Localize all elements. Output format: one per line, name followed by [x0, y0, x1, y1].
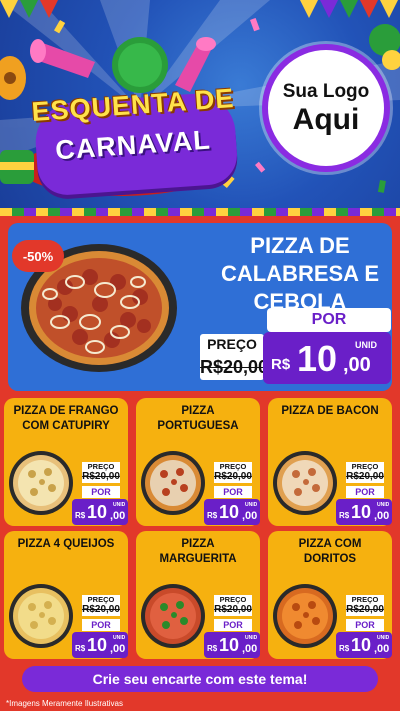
price-decimal: ,00 — [374, 643, 390, 655]
price-integer: 10 — [351, 502, 372, 522]
product-name: PIZZA 4 QUEIJOS — [17, 538, 115, 550]
currency-symbol: R$ — [339, 511, 350, 520]
price-integer: 10 — [219, 635, 240, 655]
hero-banner: ESQUENTA DE CARNAVAL Sua Logo Aqui — [0, 0, 400, 215]
event-title: ESQUENTA DE CARNAVAL — [18, 60, 248, 197]
unit-label: UNID — [355, 340, 377, 350]
product-old-price: R$20,00 — [82, 471, 120, 483]
disclaimer-text: *Imagens Meramente Ilustrativas — [6, 699, 123, 708]
product-old-price: R$20,00 — [346, 471, 384, 483]
unit-label: UNID — [113, 502, 126, 508]
discount-badge: -50% — [12, 240, 64, 272]
price-integer: 10 — [219, 502, 240, 522]
currency-symbol: R$ — [207, 511, 218, 520]
product-por-label: POR — [214, 619, 252, 631]
featured-price: R$ 10 ,00 UNID — [263, 332, 391, 384]
product-old-price: R$20,00 — [346, 604, 384, 616]
create-flyer-button[interactable]: Crie seu encarte com este tema! — [22, 666, 378, 692]
product-name: PIZZA DE BACON — [281, 405, 379, 417]
logo-placeholder: Sua Logo Aqui — [262, 44, 390, 172]
product-price: R$ 10,00 UNID — [72, 632, 128, 658]
featured-por-label: POR — [267, 308, 391, 332]
price-decimal: ,00 — [343, 354, 371, 376]
product-pizza-image — [273, 584, 337, 648]
currency-symbol: R$ — [75, 511, 86, 520]
product-name: PIZZA MARGUERITA — [159, 538, 237, 565]
price-integer: 10 — [87, 502, 108, 522]
product-preco-label: PREÇO — [346, 595, 384, 604]
unit-label: UNID — [245, 502, 258, 508]
featured-old-price: R$20,00 — [200, 354, 268, 380]
price-decimal: ,00 — [242, 643, 258, 655]
product-pizza-image — [141, 451, 205, 515]
product-por-label: POR — [82, 486, 120, 498]
product-preco-label: PREÇO — [82, 462, 120, 471]
logo-line-1: Sua Logo — [282, 80, 370, 102]
currency-symbol: R$ — [207, 644, 218, 653]
product-name: PIZZA PORTUGUESA — [157, 405, 239, 432]
product-por-label: POR — [214, 486, 252, 498]
product-price: R$ 10,00 UNID — [336, 499, 392, 525]
featured-preco-label: PREÇO — [200, 334, 264, 354]
price-decimal: ,00 — [110, 643, 126, 655]
product-pizza-image — [9, 451, 73, 515]
product-pizza-image — [273, 451, 337, 515]
currency-symbol: R$ — [271, 356, 291, 373]
product-old-price: R$20,00 — [214, 604, 252, 616]
product-por-label: POR — [82, 619, 120, 631]
unit-label: UNID — [377, 502, 390, 508]
product-preco-label: PREÇO — [214, 595, 252, 604]
featured-product-name: PIZZA DE CALABRESA E CEBOLA — [205, 232, 395, 316]
unit-label: UNID — [377, 635, 390, 641]
product-name: PIZZA DE FRANGO COM CATUPIRY — [13, 405, 119, 432]
product-name: PIZZA COM DORITOS — [298, 538, 362, 565]
product-por-label: POR — [346, 619, 384, 631]
panel-stripe — [0, 208, 400, 216]
product-price: R$ 10,00 UNID — [204, 499, 260, 525]
logo-line-2: Aqui — [292, 102, 360, 136]
product-price: R$ 10,00 UNID — [336, 632, 392, 658]
product-pizza-image — [141, 584, 205, 648]
unit-label: UNID — [113, 635, 126, 641]
product-old-price: R$20,00 — [82, 604, 120, 616]
price-integer: 10 — [87, 635, 108, 655]
product-por-label: POR — [346, 486, 384, 498]
product-preco-label: PREÇO — [346, 462, 384, 471]
product-price: R$ 10,00 UNID — [204, 632, 260, 658]
product-preco-label: PREÇO — [82, 595, 120, 604]
product-pizza-image — [9, 584, 73, 648]
unit-label: UNID — [245, 635, 258, 641]
product-old-price: R$20,00 — [214, 471, 252, 483]
product-preco-label: PREÇO — [214, 462, 252, 471]
currency-symbol: R$ — [75, 644, 86, 653]
featured-name-line: CALABRESA E — [220, 261, 380, 286]
product-price: R$ 10,00 UNID — [72, 499, 128, 525]
price-integer: 10 — [351, 635, 372, 655]
featured-name-line: PIZZA DE — [250, 233, 350, 258]
price-integer: 10 — [297, 338, 338, 379]
currency-symbol: R$ — [339, 644, 350, 653]
price-decimal: ,00 — [374, 510, 390, 522]
price-decimal: ,00 — [110, 510, 126, 522]
price-decimal: ,00 — [242, 510, 258, 522]
